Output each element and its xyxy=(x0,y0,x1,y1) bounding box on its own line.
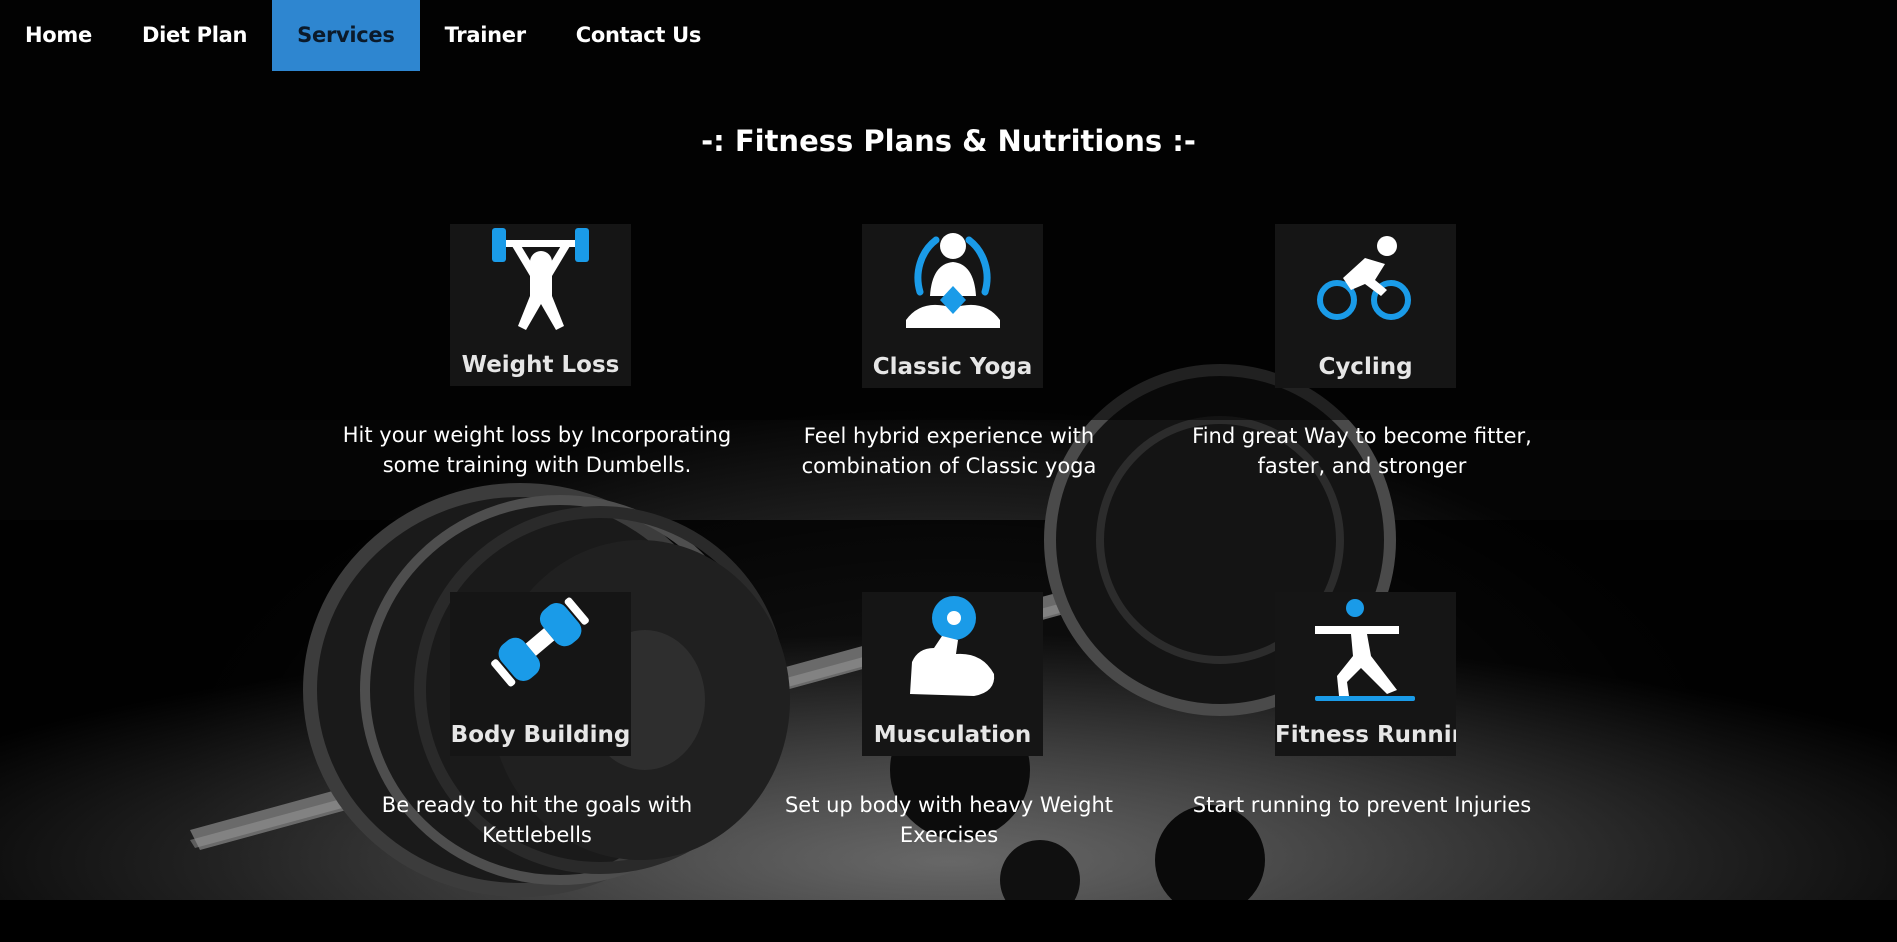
weight-loss-tile[interactable]: Weight Loss xyxy=(450,224,631,386)
service-description: Start running to prevent Injuries xyxy=(1192,793,1532,817)
service-label: Body Building xyxy=(450,722,631,748)
nav-services[interactable]: Services xyxy=(272,0,420,71)
service-description: Feel hybrid experience with combination … xyxy=(801,424,1097,478)
service-description: Set up body with heavy Weight Exercises xyxy=(784,793,1114,847)
service-description: Find great Way to become fitter, faster,… xyxy=(1192,424,1532,478)
service-label: Musculation xyxy=(873,722,1032,748)
nav-diet-plan[interactable]: Diet Plan xyxy=(117,0,272,71)
service-description: Be ready to hit the goals with Kettlebel… xyxy=(381,793,693,847)
body-building-tile[interactable]: Body Building xyxy=(450,592,631,756)
cycling-tile[interactable]: Cycling xyxy=(1275,224,1456,388)
service-label: Weight Loss xyxy=(461,352,620,378)
nav-contact-us[interactable]: Contact Us xyxy=(551,0,726,71)
classic-yoga-tile[interactable]: Classic Yoga xyxy=(862,224,1043,388)
service-label: Cycling xyxy=(1318,354,1413,380)
nav-home[interactable]: Home xyxy=(0,0,117,71)
musculation-tile[interactable]: Musculation xyxy=(862,592,1043,756)
nav-trainer[interactable]: Trainer xyxy=(420,0,551,71)
service-description: Hit your weight loss by Incorporating so… xyxy=(342,423,732,477)
fitness-running-tile[interactable]: Fitness Running xyxy=(1275,592,1456,756)
service-label: Classic Yoga xyxy=(872,354,1033,380)
section-title: -: Fitness Plans & Nutritions :- xyxy=(701,124,1196,158)
footer-strip xyxy=(0,900,1897,942)
service-label: Fitness Running xyxy=(1275,722,1456,748)
page: Home Diet Plan Services Trainer Contact … xyxy=(0,0,1897,942)
top-nav: Home Diet Plan Services Trainer Contact … xyxy=(0,0,726,71)
